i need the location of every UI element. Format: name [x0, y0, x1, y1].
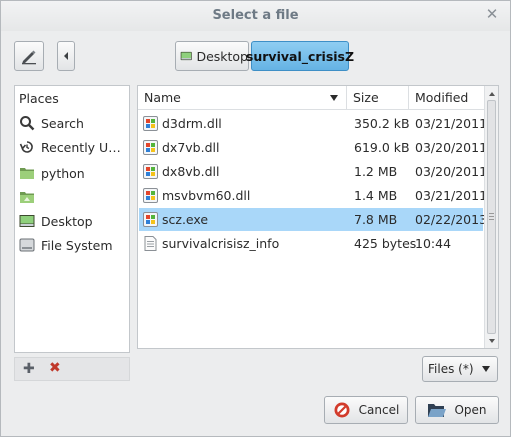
- file-name: msvbvm60.dll: [162, 188, 251, 203]
- file-modified: 03/20/2011: [415, 164, 488, 179]
- scroll-down-icon[interactable]: [485, 335, 499, 347]
- file-row[interactable]: d3drm.dll 350.2 kB 03/21/2011: [139, 112, 487, 135]
- file-type-filter[interactable]: Files (*): [422, 356, 498, 382]
- file-row[interactable]: scz.exe 7.8 MB 02/22/2013: [139, 208, 487, 231]
- column-header-size[interactable]: Size: [347, 86, 409, 110]
- desktop-icon: [180, 51, 192, 61]
- file-size: 1.2 MB: [354, 164, 398, 179]
- file-modified: 03/21/2011: [415, 116, 488, 131]
- open-folder-icon: [428, 404, 447, 417]
- sidebar-item-label: Recently U…: [41, 139, 121, 155]
- close-icon[interactable]: ✕: [484, 6, 500, 22]
- chevron-down-icon: [482, 366, 490, 372]
- file-size: 1.4 MB: [354, 188, 398, 203]
- sidebar-item-label: Desktop: [41, 213, 93, 229]
- file-name: dx7vb.dll: [162, 140, 220, 155]
- file-modified: 02/22/2013: [415, 212, 488, 227]
- pencil-icon: [22, 50, 36, 65]
- chevron-left-icon: [64, 52, 68, 60]
- title-bar[interactable]: Select a file ✕: [1, 1, 510, 31]
- folder-icon: [20, 168, 34, 179]
- executable-icon: [143, 140, 158, 155]
- column-header-label: Modified: [415, 90, 469, 105]
- scrollbar-thumb[interactable]: [487, 100, 496, 334]
- remove-bookmark-icon[interactable]: ✖: [49, 360, 61, 376]
- search-icon: [20, 116, 35, 131]
- file-modified: 03/20/2011: [415, 140, 488, 155]
- file-name: scz.exe: [162, 212, 209, 227]
- sidebar-item-python[interactable]: python: [15, 162, 129, 184]
- sidebar-item-filesystem[interactable]: File System: [15, 234, 129, 256]
- file-row[interactable]: dx8vb.dll 1.2 MB 03/20/2011: [139, 160, 487, 183]
- column-header-label: Size: [353, 90, 379, 105]
- sidebar-item-search[interactable]: Search: [15, 112, 129, 134]
- file-size: 7.8 MB: [354, 212, 398, 227]
- desktop-icon: [19, 215, 35, 227]
- file-size: 425 bytes: [354, 236, 417, 251]
- path-segment-current[interactable]: survival_crisisZ: [246, 41, 354, 71]
- path-segment-desktop[interactable]: Desktop: [175, 41, 249, 71]
- path-segment-label: survival_crisisZ: [245, 48, 355, 64]
- column-header-label: Name: [144, 90, 181, 105]
- scroll-up-icon[interactable]: [485, 88, 499, 100]
- vertical-scrollbar[interactable]: [484, 86, 499, 348]
- file-list: Name Size Modified d3drm.dll 350.2 kB 03/2…: [137, 85, 499, 349]
- file-size: 619.0 kB: [354, 140, 410, 155]
- places-header: Places: [19, 91, 59, 106]
- path-back-button[interactable]: [57, 41, 75, 71]
- filter-label: Files (*): [428, 362, 474, 376]
- cancel-button[interactable]: Cancel: [324, 396, 408, 424]
- file-name: survivalcrisisz_info: [162, 236, 280, 251]
- sidebar-item-desktop[interactable]: Desktop: [15, 210, 129, 232]
- file-modified: 10:44: [415, 236, 452, 251]
- sidebar-item-recent[interactable]: Recently U…: [15, 136, 129, 158]
- sidebar-item-folder[interactable]: [15, 186, 129, 208]
- column-header-name[interactable]: Name: [138, 86, 347, 110]
- add-bookmark-icon[interactable]: ✚: [23, 361, 35, 377]
- places-toolbar: ✚ ✖: [14, 357, 130, 381]
- file-row[interactable]: msvbvm60.dll 1.4 MB 03/21/2011: [139, 184, 487, 207]
- file-size: 350.2 kB: [354, 116, 410, 131]
- cancel-button-label: Cancel: [358, 403, 400, 417]
- executable-icon: [143, 164, 158, 179]
- file-modified: 03/21/2011: [415, 188, 488, 203]
- executable-icon: [143, 212, 158, 227]
- sort-down-icon: [330, 95, 338, 101]
- sidebar-item-label: File System: [41, 237, 113, 253]
- sidebar-item-label: python: [41, 165, 85, 181]
- file-chooser-dialog: Select a file ✕ Desktop survival_crisisZ…: [0, 0, 511, 437]
- file-name: dx8vb.dll: [162, 164, 220, 179]
- edit-location-button[interactable]: [14, 41, 44, 71]
- file-row[interactable]: survivalcrisisz_info 425 bytes 10:44: [139, 232, 483, 255]
- executable-icon: [143, 116, 158, 131]
- path-segment-label: Desktop: [196, 48, 248, 64]
- drive-icon: [19, 238, 35, 252]
- dialog-title: Select a file: [212, 8, 299, 23]
- folder-icon: [20, 192, 34, 203]
- executable-icon: [143, 188, 158, 203]
- sidebar-item-label: Search: [41, 115, 84, 131]
- cancel-icon: [334, 402, 350, 418]
- column-header-modified[interactable]: Modified: [409, 86, 484, 110]
- text-file-icon: [144, 236, 157, 251]
- file-row[interactable]: dx7vb.dll 619.0 kB 03/20/2011: [139, 136, 487, 159]
- places-sidebar: Places Search Recently U… python Desktop…: [14, 85, 130, 353]
- recent-icon: [19, 141, 33, 153]
- open-button-label: Open: [454, 403, 487, 417]
- file-name: d3drm.dll: [162, 116, 222, 131]
- open-button[interactable]: Open: [415, 396, 499, 424]
